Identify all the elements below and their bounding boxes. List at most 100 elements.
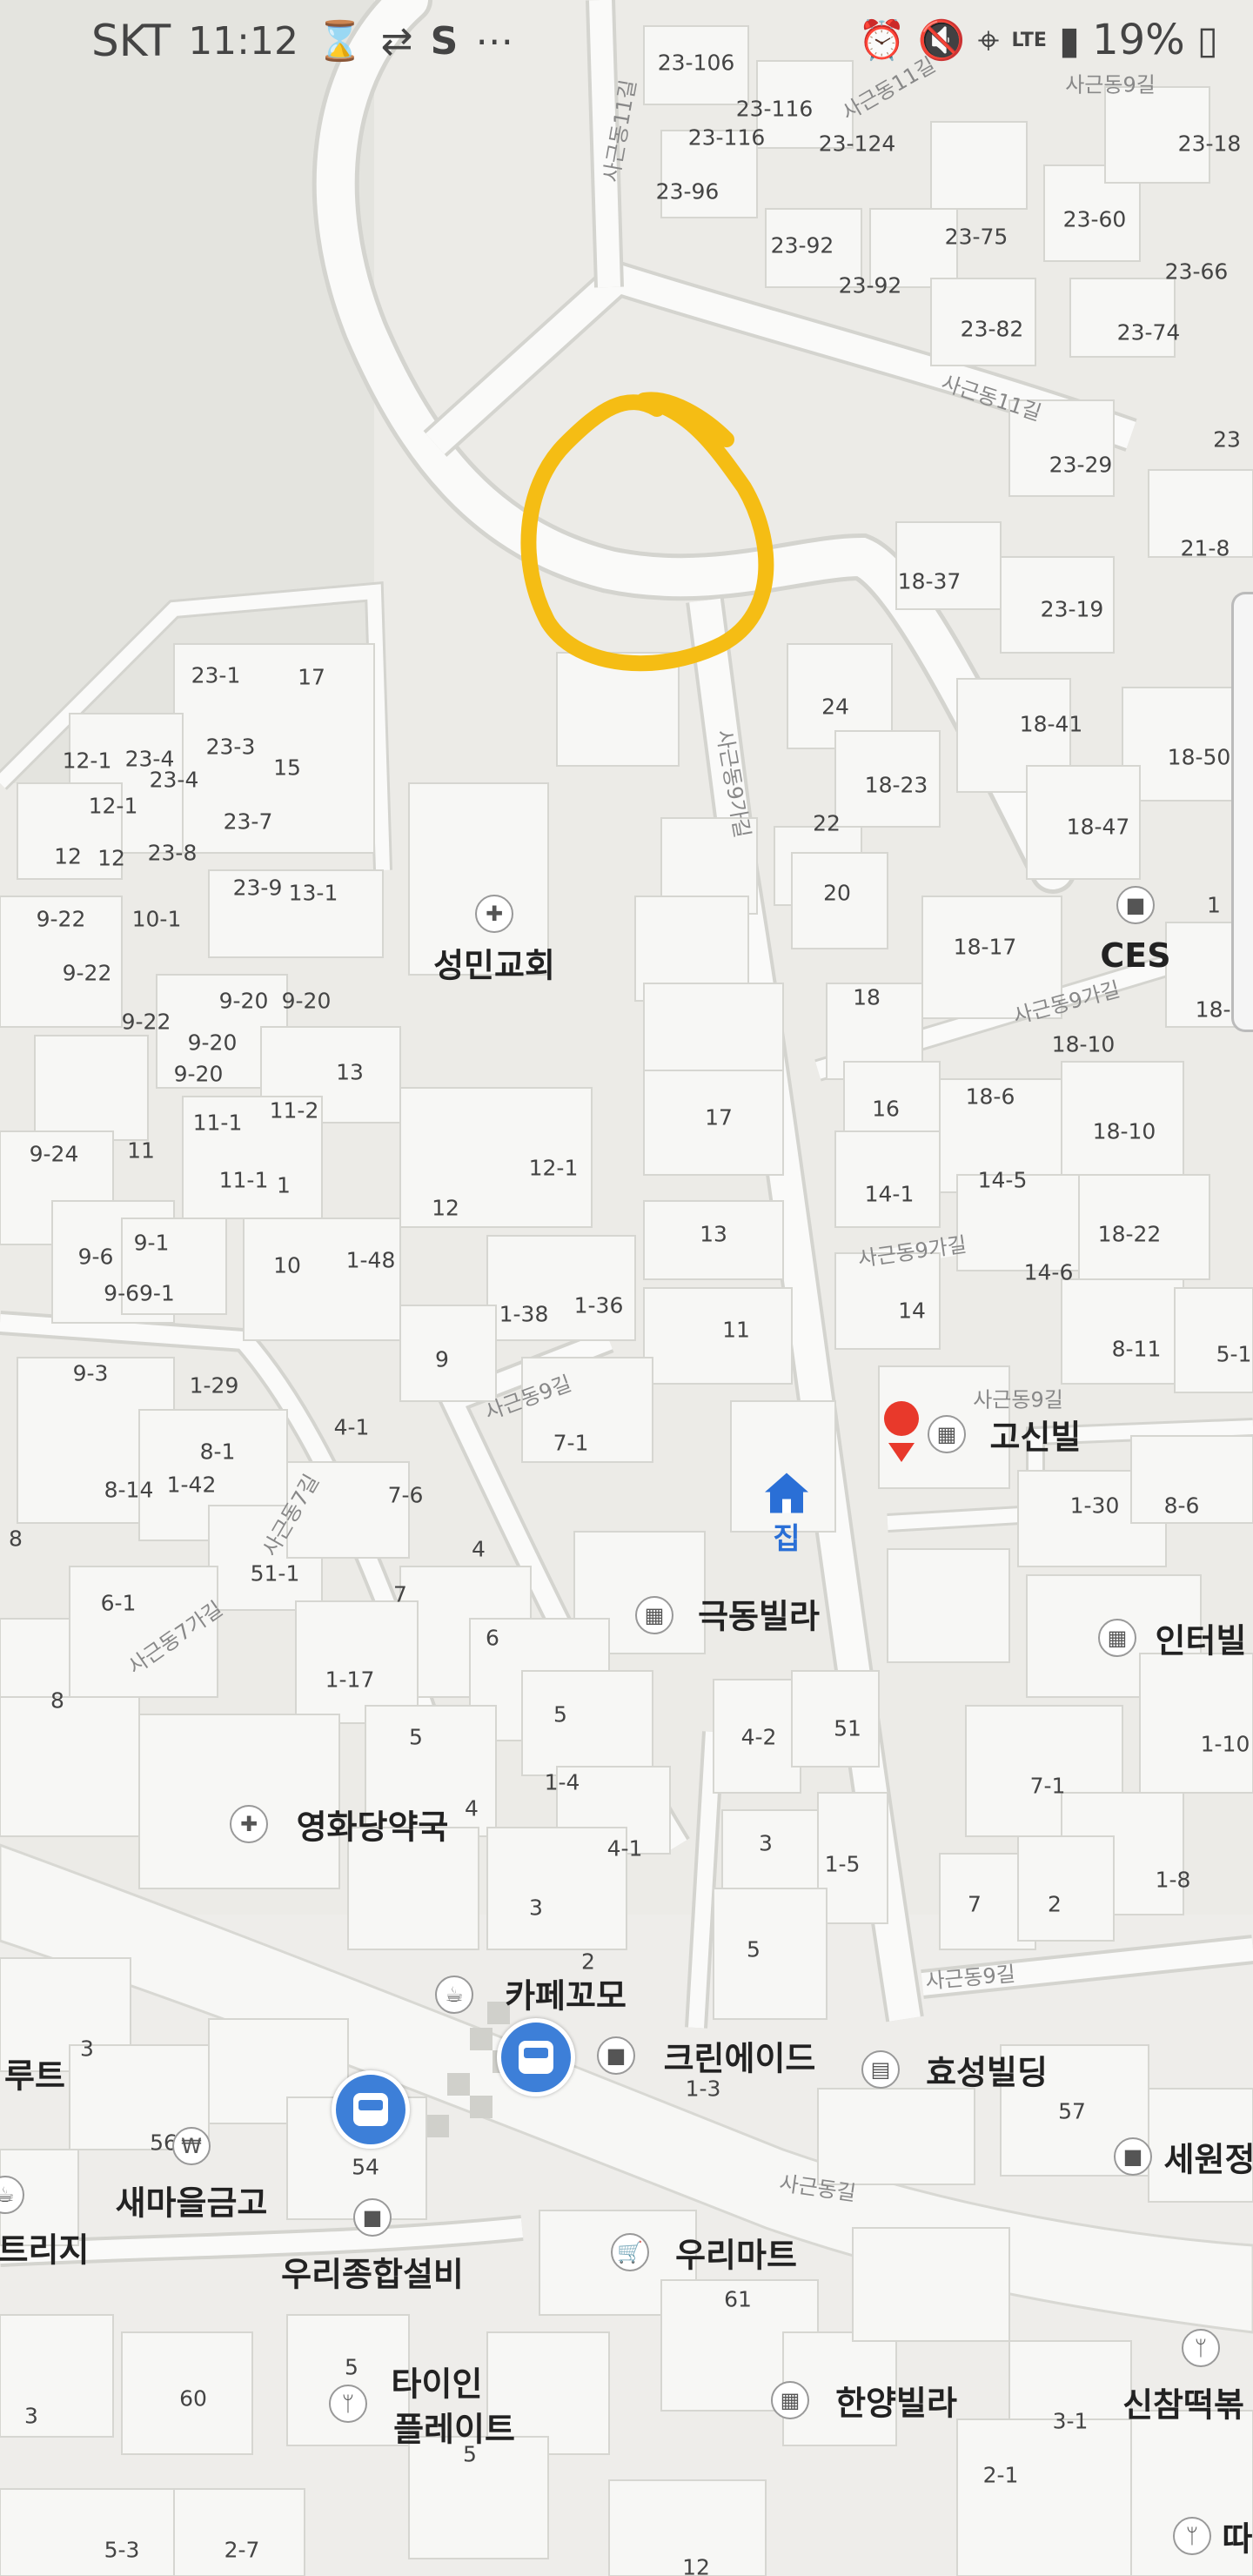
lot-number-label: 5-1 <box>1216 1341 1252 1367</box>
poi-label-pharmacy[interactable]: 영화당약국 <box>297 1801 449 1848</box>
lot-number-label: 1-38 <box>499 1301 549 1327</box>
lot-number-label: 5 <box>747 1936 761 1962</box>
lot-number-label: 7-1 <box>1029 1773 1066 1799</box>
lot-number-label: 15 <box>273 755 301 781</box>
lot-number-label: 22 <box>813 810 841 836</box>
lot-number-label: 23-92 <box>838 272 902 299</box>
poi-label-hyoseong-building[interactable]: 효성빌딩 <box>926 2046 1048 2094</box>
network-label: LTE <box>1011 29 1047 51</box>
place-icon[interactable]: ■ <box>1116 886 1155 924</box>
lot-number-label: 1-17 <box>325 1667 375 1693</box>
lot-number-label: 17 <box>705 1104 733 1130</box>
poi-label-seongmin-church[interactable]: 성민교회 <box>433 939 555 987</box>
home-label: 집 <box>773 1521 801 1557</box>
bus-stop-icon[interactable] <box>497 2018 575 2096</box>
poi-label-gosinbil[interactable]: 고신빌 <box>990 1411 1082 1459</box>
location-pin-icon[interactable] <box>880 1399 923 1472</box>
lot-number-label: 1-30 <box>1069 1493 1120 1519</box>
lot-number-label: 9-20 <box>173 1061 224 1087</box>
lot-number-label: 23-74 <box>1116 319 1181 345</box>
place-icon[interactable]: ■ <box>353 2198 392 2237</box>
road-name-label: 사근동9길 <box>973 1387 1063 1412</box>
lot-number-label: 57 <box>1058 2098 1086 2124</box>
poi-label-saemaeul-bank[interactable]: 새마을금고 <box>116 2177 268 2224</box>
map-view[interactable]: 23-106 23-116 23-116 23-124 23-18 23-96 23-92 2… <box>0 0 1253 2576</box>
lot-number-label: 8-11 <box>1111 1336 1162 1362</box>
lot-number-label: 21-8 <box>1180 535 1230 561</box>
lot-number-label: 5 <box>553 1701 567 1727</box>
poi-label-cafe-como[interactable]: 카페꼬모 <box>505 1969 626 2017</box>
side-panel-handle[interactable] <box>1231 592 1253 1032</box>
lot-number-label: 1 <box>1207 892 1221 918</box>
lot-number-label: 2-1 <box>982 2462 1019 2488</box>
lot-number-label: 18-37 <box>897 568 962 594</box>
poi-label-tta[interactable]: 따 <box>1223 2512 1253 2560</box>
building-icon[interactable]: ▦ <box>635 1596 673 1634</box>
lot-number-label: 2 <box>1048 1891 1062 1917</box>
lot-number-label: 8 <box>50 1687 64 1714</box>
place-icon[interactable]: ■ <box>1114 2137 1152 2176</box>
poi-label-woori-plumbing[interactable]: 우리종합설비 <box>281 2248 464 2296</box>
place-icon[interactable]: ■ <box>597 2036 635 2075</box>
church-icon[interactable]: ✚ <box>475 895 513 933</box>
cafe-icon[interactable]: ☕ <box>435 1976 473 2014</box>
poi-label-woori-mart[interactable]: 우리마트 <box>675 2229 797 2277</box>
poi-label-clean-aid[interactable]: 크린에이드 <box>664 2032 816 2080</box>
lot-number-label: 24 <box>821 694 849 720</box>
lot-number-label: 7 <box>968 1891 982 1917</box>
lot-number-label: 10-1 <box>131 906 182 932</box>
lot-number-label: 3-1 <box>1052 2408 1089 2434</box>
pharmacy-icon[interactable]: ✚ <box>230 1805 268 1843</box>
lot-number-label: 18-10 <box>1092 1118 1156 1144</box>
lot-number-label: 5-3 <box>104 2537 140 2563</box>
mute-icon: 🔇 <box>917 18 966 63</box>
building-icon[interactable]: ▦ <box>928 1415 966 1453</box>
lot-number-label: 9-20 <box>281 988 332 1014</box>
lot-number-label: 14-1 <box>864 1181 915 1207</box>
home-marker[interactable]: 집 <box>763 1472 810 1558</box>
s-app-icon: S <box>430 18 459 64</box>
mart-icon[interactable]: 🛒 <box>611 2233 649 2271</box>
battery-label: 19% <box>1092 16 1185 64</box>
lot-number-label: 54 <box>352 2154 379 2180</box>
poi-label-sincham-tteokbokki[interactable]: 신참떡볶 <box>1122 2378 1244 2426</box>
lot-number-label: 61 <box>724 2286 752 2312</box>
lot-number-label: 9-3 <box>72 1360 109 1386</box>
lot-number-label: 18 <box>853 984 881 1010</box>
lot-number-label: 4-2 <box>740 1724 777 1750</box>
restaurant-icon[interactable]: ᛘ <box>329 2385 367 2423</box>
restaurant-icon[interactable]: ᛘ <box>1173 2517 1211 2555</box>
poi-label-ces[interactable]: CES <box>1100 936 1170 975</box>
office-icon[interactable]: ▤ <box>861 2050 900 2089</box>
lot-number-label: 16 <box>872 1096 900 1122</box>
lot-number-label: 13-1 <box>288 880 338 906</box>
poi-label-plate[interactable]: 플레이트 <box>393 2403 515 2451</box>
lot-number-label: 12-1 <box>88 793 138 819</box>
lot-number-label: 11-1 <box>192 1110 243 1136</box>
restaurant-icon[interactable]: ᛘ <box>1182 2329 1220 2367</box>
bank-icon[interactable]: ₩ <box>172 2127 211 2165</box>
lot-number-label: 1-48 <box>345 1247 396 1273</box>
lot-number-label: 23-19 <box>1040 596 1104 622</box>
hourglass-icon: ⌛ <box>316 19 364 64</box>
poi-label-geukdong-villa[interactable]: 극동빌라 <box>698 1590 820 1638</box>
building-icon[interactable]: ▦ <box>1098 1619 1136 1657</box>
lot-number-label: 12-1 <box>62 748 112 774</box>
poi-label-inter-villa[interactable]: 인터빌 <box>1156 1614 1247 1662</box>
poi-label-hanyang-villa[interactable]: 한양빌라 <box>835 2377 957 2425</box>
lot-number-label: 1 <box>277 1172 291 1198</box>
lot-number-label: 23-9 <box>232 875 283 901</box>
lot-number-label: 12-1 <box>528 1155 579 1181</box>
poi-label-treeji[interactable]: 트리지 <box>0 2224 89 2271</box>
building-icon[interactable]: ▦ <box>771 2381 809 2419</box>
lot-number-label: 9-22 <box>121 1009 171 1035</box>
lot-number-label: 7-1 <box>553 1430 589 1456</box>
poi-label-thai-in[interactable]: 타이인 <box>392 2358 483 2405</box>
poi-label-sewonjeong[interactable]: 세원정 <box>1164 2133 1253 2181</box>
time-label: 11:12 <box>188 18 298 64</box>
poi-label-route[interactable]: 루트 <box>4 2049 65 2097</box>
lot-number-label: 12 <box>54 843 82 869</box>
battery-icon: ▯ <box>1196 17 1218 63</box>
bus-stop-icon[interactable] <box>332 2070 410 2149</box>
home-icon <box>765 1472 808 1513</box>
